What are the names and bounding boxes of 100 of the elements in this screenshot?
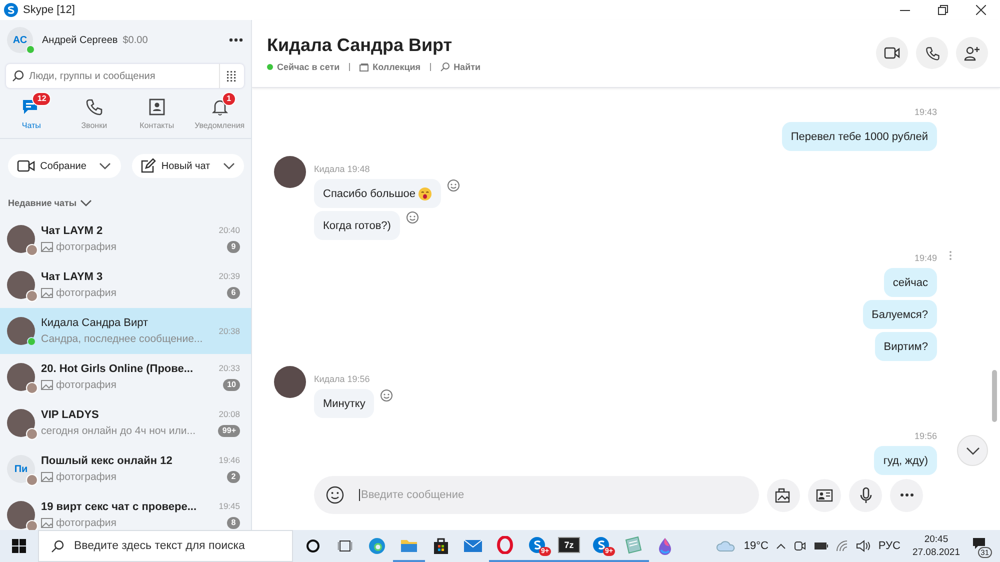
folder-icon[interactable] [400,538,418,552]
media-button[interactable] [767,478,800,512]
sender-name: Кидала 19:48 [314,164,370,174]
message-preview: фотография [56,241,116,253]
battery-icon[interactable] [814,542,828,550]
circle-icon[interactable] [306,539,320,553]
meet-now-icon[interactable] [794,540,806,552]
message-text: Когда готов?) [323,220,391,232]
shopping-bag-icon[interactable] [433,538,449,554]
clock-time: 20:45 [924,534,948,545]
unread-badge: 2 [227,471,240,483]
unread-badge: 10 [223,379,240,391]
chevron-down-icon [223,162,236,170]
nav-tab[interactable]: 12 Чаты [0,91,63,138]
timestamp: 20:33 [218,363,240,373]
unread-badge: 6 [227,287,240,299]
chat-name: Пошлый кекс онлайн 12 [41,455,174,467]
phone-icon [924,46,940,60]
meeting-button[interactable]: Собрание [8,154,120,178]
scrollbar-thumb[interactable] [992,370,997,422]
avatar[interactable]: АС [7,27,33,53]
taskbar-app-button[interactable]: 7z [553,530,585,562]
gallery-link[interactable]: Коллекция [372,62,421,72]
opera-browser-icon[interactable] [497,536,513,554]
phone-icon [85,98,104,116]
more-icon [900,493,914,497]
dialpad-icon[interactable] [227,70,237,82]
pencil-square-icon [140,158,156,174]
video-call-button[interactable] [876,37,908,69]
chat-list-item[interactable]: 20. Hot Girls Online (Прове... фотография 20:33 10 [0,354,251,400]
weather-temperature: 19°C [744,540,768,552]
chat-list-item[interactable]: VIP LADYS сегодня онлайн до 4ч ноч или... 20:08 99+ [0,400,251,446]
contact-card-icon [816,488,833,502]
chat-list-item[interactable]: Кидала Сандра Вирт Сандра, последнее сообщение... 20:38 [0,308,251,354]
chevron-down-icon [99,162,112,170]
find-link[interactable]: Найти [454,62,481,72]
paint-drop-icon[interactable] [657,537,673,555]
message-bubble: Перевел тебе 1000 рублей [782,122,937,151]
chat-list-item[interactable]: Пи Пошлый кекс онлайн 12 фотография 19:46 2 [0,446,251,492]
new-chat-button[interactable]: Новый чат [132,154,244,178]
chat-name: 19 вирт секс чат с провере... [41,501,198,513]
timestamp: 19:46 [218,455,240,465]
clock-date: 27.08.2021 [912,547,960,558]
archiver-app-icon[interactable]: 7z [558,537,580,553]
nav-tab[interactable]: 1 Уведомления [188,91,251,138]
search-icon [440,62,450,72]
edge-browser-icon[interactable] [368,537,386,555]
chat-name: Чат LAYM 3 [41,271,104,283]
window-title: Skype [12] [23,4,75,16]
user-name: Андрей Сергеев [42,34,118,46]
more-icon[interactable] [229,38,243,42]
envelope-icon[interactable] [464,539,482,553]
emoji-reaction-icon[interactable] [446,179,460,192]
message-preview: фотография [56,287,116,299]
avatar [274,156,306,188]
image-icon [41,380,53,390]
emoji-icon[interactable] [326,486,344,504]
task-view-icon[interactable] [338,540,352,552]
message-text: Спасибо большое [323,188,416,200]
language-indicator[interactable]: РУС [878,540,900,552]
image-icon [775,488,792,502]
call-button[interactable] [916,37,948,69]
search-placeholder: Люди, группы и сообщения [29,70,156,82]
more-button[interactable] [890,478,923,512]
video-camera-icon [884,47,900,59]
timestamp: 19:56 [914,431,937,441]
timestamp: 19:45 [218,501,240,511]
message-bubble: гуд, жду) [874,446,937,475]
add-person-button[interactable] [956,37,988,69]
windows-logo-icon[interactable] [12,539,26,553]
search-field[interactable]: Люди, группы и сообщения [6,64,244,88]
restore-icon[interactable] [938,5,948,15]
timestamp: 20:08 [218,409,240,419]
speaker-icon[interactable] [856,540,870,552]
microphone-button[interactable] [849,478,882,512]
timestamp: 20:38 [218,326,240,336]
image-icon [41,288,53,298]
bell-icon [210,98,229,116]
tab-label: Уведомления [194,121,245,130]
message-preview: фотография [56,471,116,483]
section-heading[interactable]: Недавние чаты [8,198,77,208]
chevron-up-icon[interactable] [776,543,786,549]
timestamp: 20:39 [218,271,240,281]
message-preview: Сандра, последнее сообщение... [41,333,203,345]
wifi-icon[interactable] [836,540,848,552]
notepad-icon[interactable] [624,536,642,554]
emoji-reaction-icon[interactable] [406,211,419,224]
image-icon [41,518,53,528]
contact-card-button[interactable] [808,478,841,512]
chat-name: Чат LAYM 2 [41,225,104,237]
chat-list-item[interactable]: Чат LAYM 2 фотография 20:40 9 [0,216,251,262]
unread-badge: 99+ [218,425,240,437]
chat-list-item[interactable]: Чат LAYM 3 фотография 20:39 6 [0,262,251,308]
contacts-icon [148,98,166,116]
search-placeholder: Введите здесь текст для поиска [74,540,245,552]
taskbar-search-field[interactable]: Введите здесь текст для поиска [38,530,293,562]
emoji-reaction-icon[interactable] [380,389,394,402]
close-icon[interactable] [976,5,986,15]
message-preview: фотография [56,517,116,529]
avatar-initials: АС [12,34,28,46]
